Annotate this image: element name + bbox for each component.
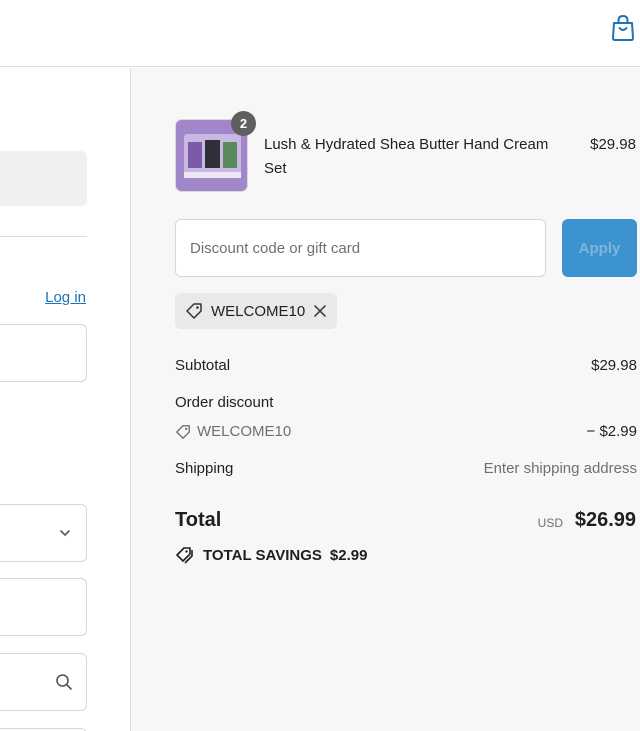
product-name: Lush & Hydrated Shea Butter Hand Cream S… — [264, 136, 549, 177]
shipping-row: Shipping Enter shipping address — [175, 460, 637, 477]
apply-button[interactable]: Apply — [562, 219, 637, 277]
chevron-down-icon — [60, 530, 70, 537]
order-discount-row: Order discount — [175, 394, 637, 411]
applied-discount-chip: WELCOME10 — [175, 293, 338, 329]
savings-tag-icon — [176, 547, 193, 564]
product-price: $29.98 — [590, 136, 636, 153]
quantity-badge: 2 — [231, 111, 256, 136]
total-value: $26.99 — [574, 509, 636, 531]
shopping-bag-icon[interactable] — [610, 14, 636, 42]
applied-code-label: WELCOME10 — [211, 302, 306, 320]
country-select[interactable] — [0, 504, 87, 562]
address-field[interactable] — [0, 653, 87, 711]
express-checkout-box[interactable] — [0, 151, 87, 206]
discount-code-input[interactable] — [175, 219, 546, 277]
discount-code-row: WELCOME10 − $2.99 — [175, 423, 637, 440]
search-icon — [56, 674, 72, 690]
total-savings-row: TOTAL SAVINGS $2.99 — [175, 546, 367, 564]
tag-icon — [176, 424, 190, 439]
shipping-value: Enter shipping address — [483, 460, 637, 477]
tag-icon — [186, 303, 202, 319]
subtotal-value: $29.98 — [591, 357, 637, 374]
name-field[interactable] — [0, 578, 87, 636]
login-link[interactable]: Log in — [45, 289, 86, 306]
total-label: Total — [175, 509, 222, 531]
discount-code-label: WELCOME10 — [197, 423, 292, 440]
currency-code: USD — [537, 516, 563, 530]
subtotal-label: Subtotal — [175, 357, 231, 374]
remove-discount-icon[interactable] — [313, 304, 327, 318]
shipping-label: Shipping — [175, 460, 234, 477]
section-divider — [0, 236, 87, 237]
subtotal-row: Subtotal $29.98 — [175, 357, 637, 374]
savings-value: $2.99 — [329, 546, 368, 564]
discount-value: − $2.99 — [586, 423, 637, 440]
checkout-form-column: Log in — [0, 68, 131, 731]
header-bar — [0, 0, 640, 67]
order-discount-label: Order discount — [175, 394, 274, 411]
email-field[interactable] — [0, 324, 87, 382]
savings-label: TOTAL SAVINGS — [203, 546, 322, 564]
